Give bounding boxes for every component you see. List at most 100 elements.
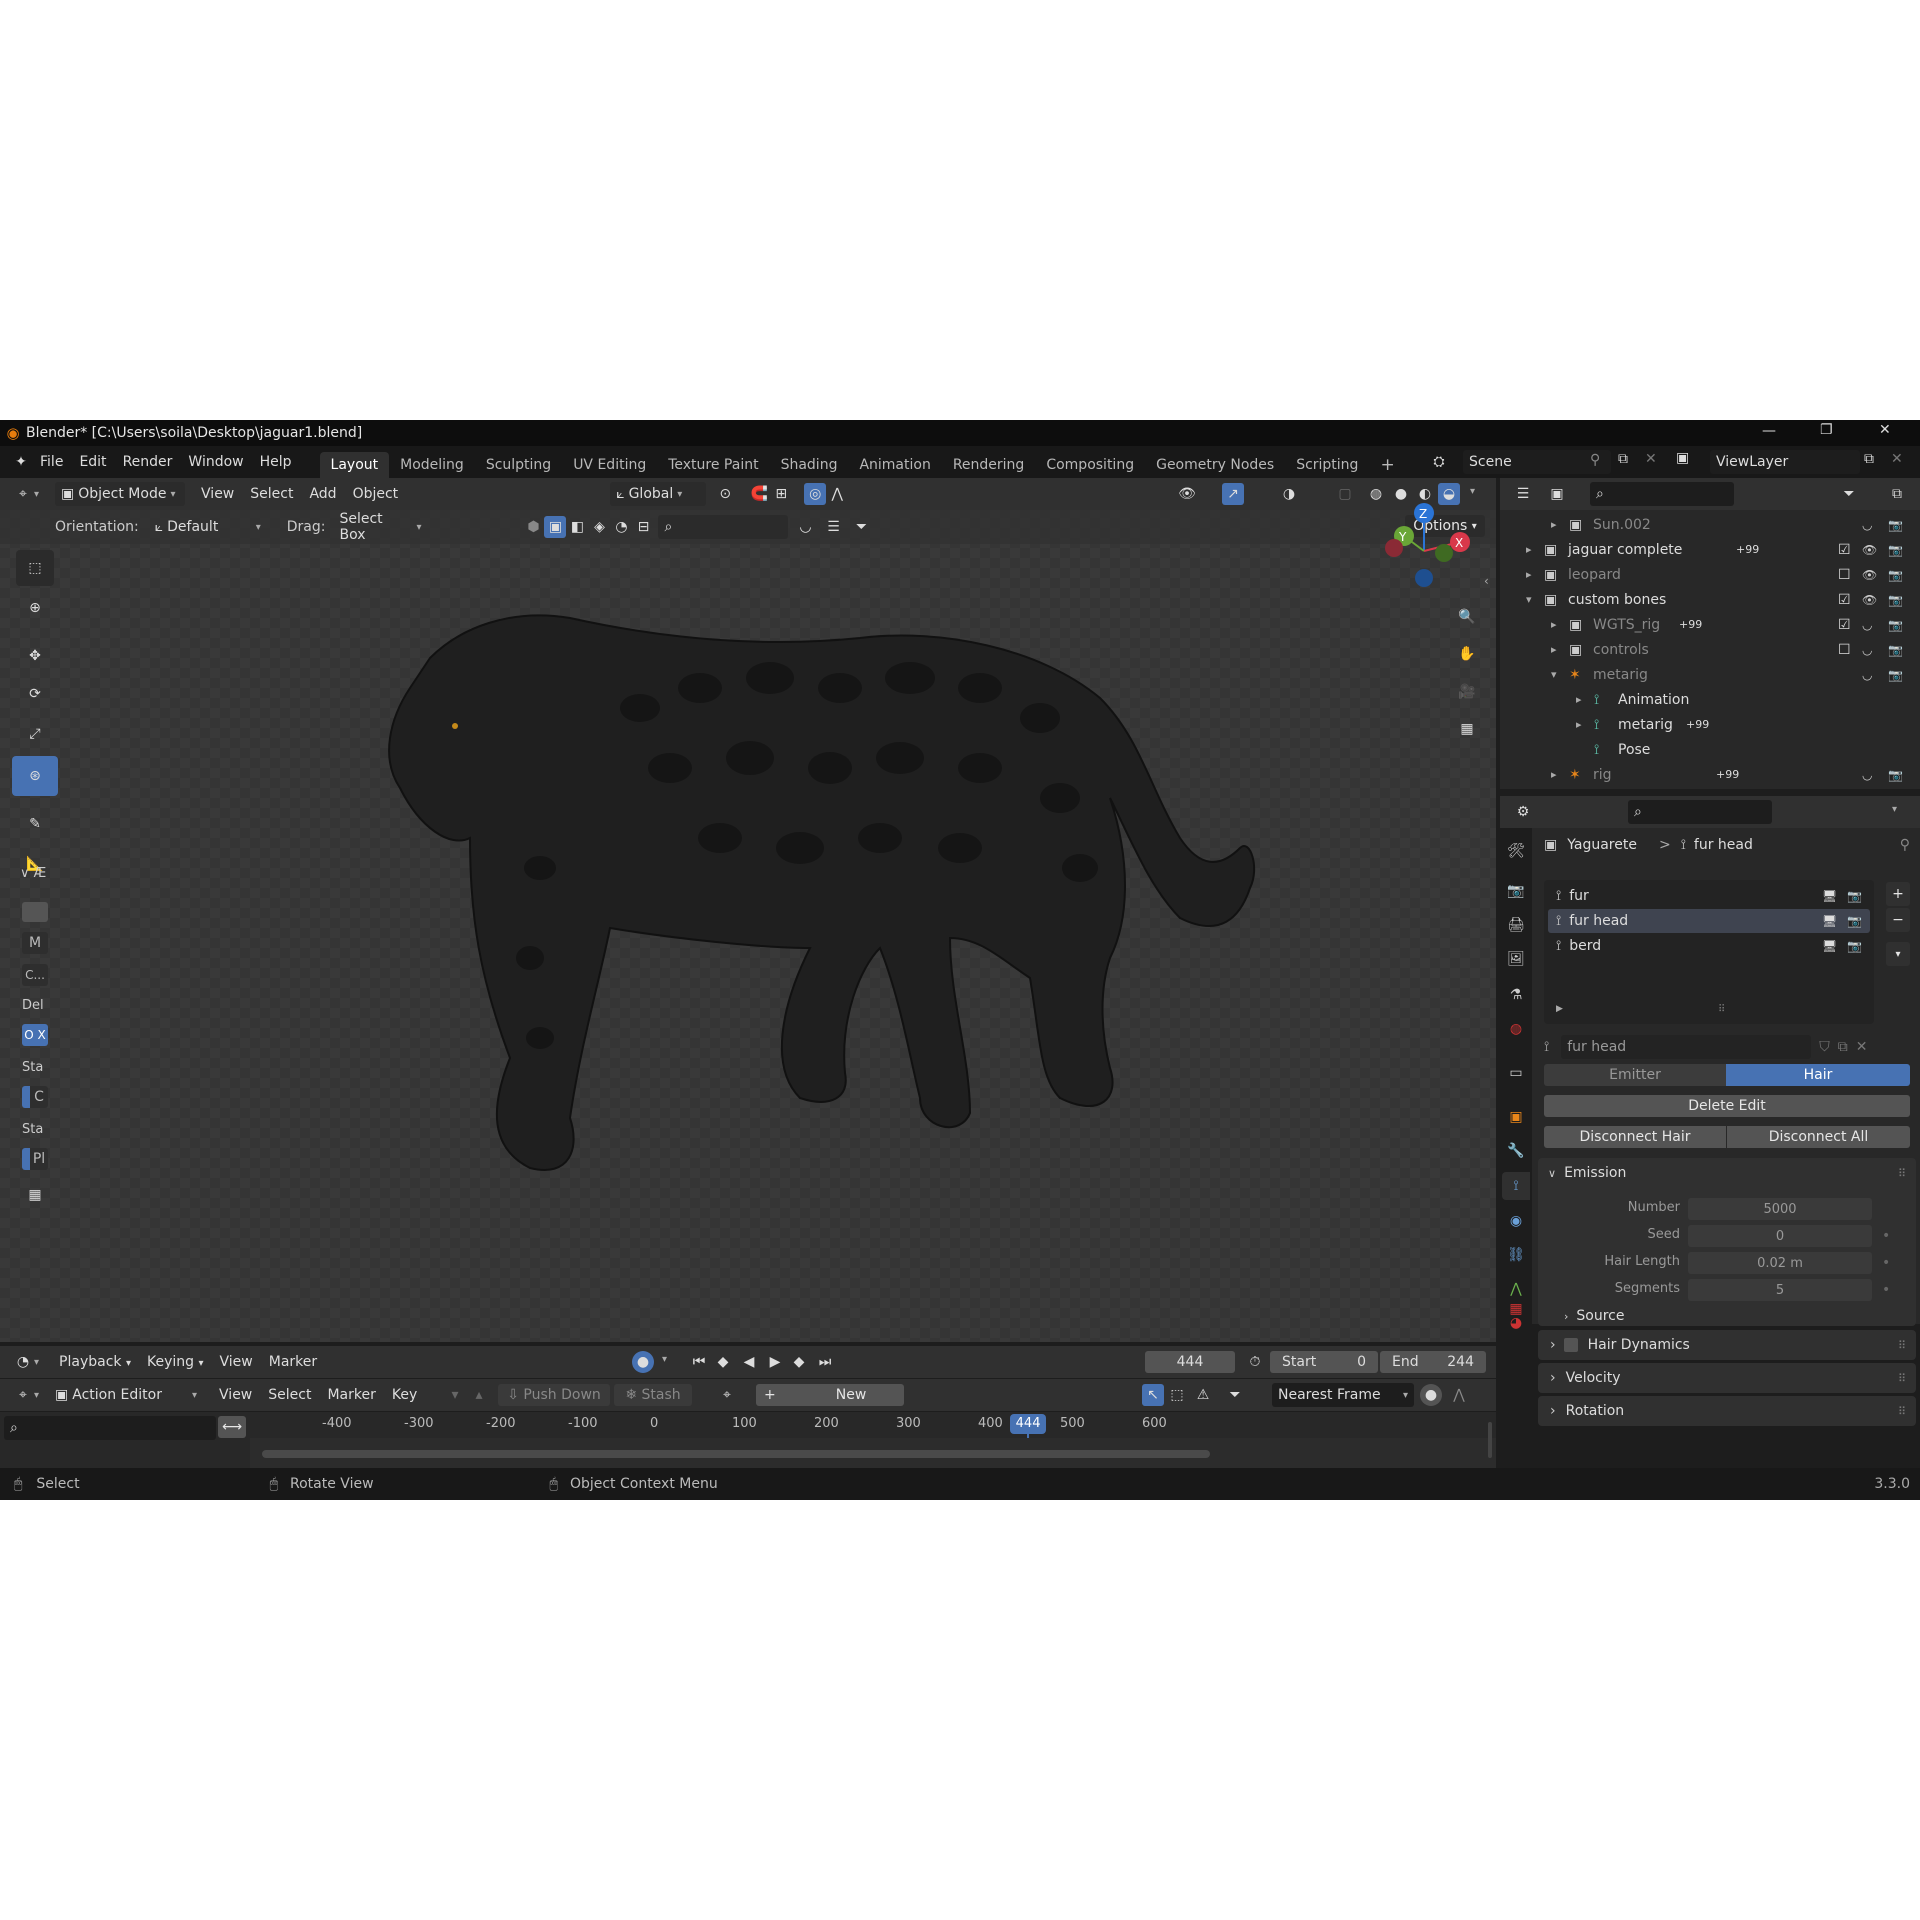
show-viewport-icon[interactable]: 🖥 <box>1822 914 1837 928</box>
viewport-collapse-arrow[interactable]: ‹ <box>1484 574 1489 588</box>
list-expand-icon[interactable]: ▶ <box>1556 1004 1563 1014</box>
collapsed-arrow-icon[interactable]: ▸ <box>1551 518 1557 531</box>
channel-search-field[interactable]: ⌕ <box>4 1416 216 1440</box>
timeline-menu-keying[interactable]: Keying ▾ <box>139 1354 212 1370</box>
layer-up-icon[interactable]: ▴ <box>468 1384 490 1406</box>
outliner-row[interactable]: ▸ ▣ leopard ☐ 👁 📷 <box>1500 562 1920 587</box>
push-down-button[interactable]: ⇩ Push Down <box>498 1384 610 1406</box>
particle-settings-field[interactable]: fur head <box>1561 1035 1812 1059</box>
render-camera-icon[interactable]: 📷 <box>1888 618 1903 632</box>
duplicate-settings-icon[interactable]: ⧉ <box>1838 1039 1848 1055</box>
horizontal-scrollbar[interactable] <box>262 1450 1210 1458</box>
list-specials-button[interactable]: ▾ <box>1886 942 1910 966</box>
hierarchy-icon[interactable]: ☰ <box>822 516 844 538</box>
menu-file[interactable]: File <box>32 454 71 470</box>
tab-geometry-nodes[interactable]: Geometry Nodes <box>1145 452 1285 478</box>
tab-uv-editing[interactable]: UV Editing <box>562 452 657 478</box>
show-viewport-icon[interactable]: 🖥 <box>1822 939 1837 953</box>
keyframe-dot-icon[interactable]: • <box>1882 1255 1890 1271</box>
exclude-checkbox[interactable]: ☑ <box>1838 592 1851 608</box>
visibility-eye-icon[interactable]: ◡ <box>1862 668 1872 682</box>
action-filter-icon[interactable]: ⏷ <box>1224 1384 1246 1406</box>
output-tab-icon[interactable]: 🖨 <box>1505 914 1527 936</box>
filter-toggle-icon[interactable]: ◡ <box>794 516 816 538</box>
transform-orientation-selector[interactable]: ⟀ Global ▾ <box>610 482 707 506</box>
outliner-row[interactable]: ▸ ▣ jaguar complete +99 ☑ 👁 📷 <box>1500 537 1920 562</box>
modifier-tab-icon[interactable]: 🔧 <box>1505 1140 1527 1162</box>
visibility-eye-icon[interactable]: ◡ <box>1862 643 1872 657</box>
scene-selector[interactable]: Scene <box>1463 450 1611 474</box>
zoom-icon[interactable]: 🔍 <box>1456 606 1478 628</box>
transform-tool-icon[interactable]: ⊛ <box>12 756 58 796</box>
view-layer-tab-icon[interactable]: 🖼 <box>1505 948 1527 970</box>
minimize-button[interactable]: — <box>1762 423 1776 439</box>
visibility-eye-icon[interactable]: 👁 <box>1862 568 1877 582</box>
pin-properties-icon[interactable]: ⚲ <box>1900 837 1910 853</box>
outliner-row[interactable]: ▾ ▣ custom bones ☑ 👁 📷 <box>1500 587 1920 612</box>
dopesheet-editor-icon[interactable]: ⌖ <box>12 1384 34 1406</box>
tab-rendering[interactable]: Rendering <box>942 452 1036 478</box>
action-menu-view[interactable]: View <box>211 1387 260 1403</box>
pan-hand-icon[interactable]: ✋ <box>1456 643 1478 665</box>
annotate-tool-icon[interactable]: ✎ <box>16 806 54 842</box>
render-camera-icon[interactable]: 📷 <box>1888 768 1903 782</box>
tab-texture-paint[interactable]: Texture Paint <box>657 452 769 478</box>
tab-scripting[interactable]: Scripting <box>1285 452 1369 478</box>
list-resize-handle[interactable]: ⠿ <box>1718 1004 1725 1015</box>
collapsed-panel-header[interactable]: › Hair Dynamics ⠿ <box>1538 1330 1916 1360</box>
new-collection-icon[interactable]: ⧉ <box>1886 483 1908 505</box>
camera-view-icon[interactable]: 🎥 <box>1456 681 1478 703</box>
stash-button[interactable]: ❄ Stash <box>614 1384 692 1406</box>
only-selected-icon[interactable]: ↖ <box>1142 1384 1164 1406</box>
addon-grid-icon[interactable]: ▦ <box>24 1184 46 1206</box>
panel-drag-handle[interactable]: ⠿ <box>1898 1372 1906 1385</box>
properties-options-icon[interactable]: ▾ <box>1892 804 1897 815</box>
new-action-button[interactable]: + New <box>756 1384 904 1406</box>
collapsed-arrow-icon[interactable]: ▸ <box>1576 693 1582 706</box>
viewport-menu-object[interactable]: Object <box>345 486 407 502</box>
action-browse-icon[interactable]: ⌖ <box>716 1384 738 1406</box>
menu-render[interactable]: Render <box>115 454 181 470</box>
menu-window[interactable]: Window <box>180 454 251 470</box>
current-frame-field[interactable]: 444 <box>1145 1351 1235 1373</box>
prev-keyframe-icon[interactable]: ◆ <box>712 1351 734 1373</box>
hair-button[interactable]: Hair <box>1726 1064 1910 1086</box>
action-menu-select[interactable]: Select <box>260 1387 319 1403</box>
render-camera-icon[interactable]: 📷 <box>1888 668 1903 682</box>
tab-modeling[interactable]: Modeling <box>389 452 475 478</box>
ortho-grid-icon[interactable]: ▦ <box>1456 718 1478 740</box>
only-errors-icon[interactable]: ⚠ <box>1192 1384 1214 1406</box>
select-mode-subtract-icon[interactable]: ◧ <box>566 516 588 538</box>
render-camera-icon[interactable]: 📷 <box>1888 643 1903 657</box>
proportional-edit-icon[interactable]: ◎ <box>804 483 827 505</box>
keyframe-dot-icon[interactable]: • <box>1882 1282 1890 1298</box>
texture-tab-icon[interactable]: ▦ <box>1505 1298 1527 1320</box>
outliner-row[interactable]: ▸ ⟟ Animation <box>1500 687 1920 712</box>
tab-shading[interactable]: Shading <box>770 452 849 478</box>
addon-pl-toggle[interactable]: Pl <box>22 1148 48 1170</box>
collapsed-panel-header[interactable]: › Rotation ⠿ <box>1538 1396 1916 1426</box>
show-render-icon[interactable]: 📷 <box>1847 914 1862 928</box>
disconnect-all-button[interactable]: Disconnect All <box>1727 1126 1910 1148</box>
timeline-menu-view[interactable]: View <box>212 1354 261 1370</box>
outliner-filter-icon[interactable]: ⏷ <box>1838 483 1860 505</box>
particles-tab-icon[interactable]: ⟟ <box>1502 1172 1530 1200</box>
collapsed-arrow-icon[interactable]: ▸ <box>1526 543 1532 556</box>
auto-keying-icon[interactable]: ● <box>632 1351 654 1373</box>
gizmo-toggle-icon[interactable]: ↗ <box>1222 483 1244 505</box>
addon-item-m[interactable]: M <box>22 932 48 954</box>
move-tool-icon[interactable]: ✥ <box>16 638 54 674</box>
tab-animation[interactable]: Animation <box>848 452 941 478</box>
remove-scene-icon[interactable]: ✕ <box>1645 451 1657 467</box>
emitter-button[interactable]: Emitter <box>1544 1064 1726 1086</box>
tab-compositing[interactable]: Compositing <box>1035 452 1145 478</box>
tab-layout[interactable]: Layout <box>319 452 390 478</box>
filter-icon[interactable]: ⏷ <box>850 516 872 538</box>
object-tab-icon[interactable]: ▣ <box>1505 1106 1527 1128</box>
data-tab-icon[interactable]: ⋀ <box>1505 1278 1527 1300</box>
outliner-row[interactable]: ▾ ✶ metarig ◡ 📷 <box>1500 662 1920 687</box>
properties-editor-icon[interactable]: ⚙ <box>1512 801 1534 823</box>
hair-dynamics-checkbox[interactable] <box>1563 1338 1578 1352</box>
collapsed-arrow-icon[interactable]: ▸ <box>1551 768 1557 781</box>
addon-header[interactable]: ∨ Æ <box>20 866 46 881</box>
